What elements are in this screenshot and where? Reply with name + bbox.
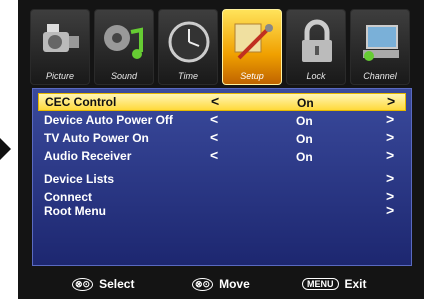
- right-arrow-icon[interactable]: >: [386, 129, 394, 145]
- move-hint: ⊗⊙ Move: [192, 277, 250, 291]
- up-down-keys-icon: ⊗⊙: [72, 278, 94, 291]
- menu-item-cec-control[interactable]: CEC Control < On >: [38, 93, 406, 111]
- menu-tabs: Picture Sound Time Setup Lock Channel: [30, 9, 410, 85]
- right-arrow-icon[interactable]: >: [386, 202, 394, 218]
- select-hint: ⊗⊙ Select: [72, 277, 134, 291]
- left-arrow-icon[interactable]: <: [211, 93, 219, 109]
- option-value: On: [297, 96, 314, 110]
- option-label: Device Lists: [44, 172, 115, 186]
- menu-item-audio-receiver[interactable]: Audio Receiver < On >: [38, 147, 406, 166]
- tab-setup[interactable]: Setup: [222, 9, 282, 85]
- option-value: On: [296, 114, 313, 128]
- right-arrow-icon[interactable]: >: [386, 170, 394, 186]
- option-label: CEC Control: [45, 95, 117, 109]
- tab-label: Channel: [363, 71, 397, 81]
- left-arrow-icon[interactable]: <: [210, 147, 218, 163]
- tab-lock[interactable]: Lock: [286, 9, 346, 85]
- osd-menu: Picture Sound Time Setup Lock Channel CE…: [18, 0, 424, 299]
- option-label: Root Menu: [44, 204, 106, 218]
- menu-item-tv-auto-power-on[interactable]: TV Auto Power On < On >: [38, 129, 406, 148]
- menu-item-root-menu[interactable]: Root Menu >: [38, 202, 406, 221]
- tab-picture[interactable]: Picture: [30, 9, 90, 85]
- padlock-icon: [302, 19, 332, 62]
- tab-label: Time: [178, 71, 198, 81]
- exit-hint: MENU Exit: [302, 277, 367, 291]
- option-value: On: [296, 150, 313, 164]
- option-label: Device Auto Power Off: [44, 113, 173, 127]
- right-arrow-icon[interactable]: >: [387, 93, 395, 109]
- setup-options-panel: CEC Control < On > Device Auto Power Off…: [32, 88, 412, 266]
- left-right-keys-icon: ⊗⊙: [192, 278, 214, 291]
- left-pointer-arrow: [0, 138, 11, 160]
- tools-icon: [234, 23, 273, 60]
- camera-icon: [43, 24, 79, 52]
- tab-time[interactable]: Time: [158, 9, 218, 85]
- option-value: On: [296, 132, 313, 146]
- tab-channel[interactable]: Channel: [350, 9, 410, 85]
- tab-label: Picture: [45, 71, 74, 81]
- tab-label: Lock: [306, 71, 326, 81]
- exit-label: Exit: [344, 277, 367, 291]
- tab-sound[interactable]: Sound: [94, 9, 154, 85]
- select-label: Select: [99, 277, 135, 291]
- right-arrow-icon[interactable]: >: [386, 147, 394, 163]
- right-arrow-icon[interactable]: >: [386, 111, 394, 127]
- left-arrow-icon[interactable]: <: [210, 111, 218, 127]
- clock-icon: [168, 21, 210, 63]
- computer-icon: [363, 25, 399, 61]
- menu-item-device-lists[interactable]: Device Lists >: [38, 170, 406, 189]
- option-label: Audio Receiver: [44, 149, 132, 163]
- menu-item-device-auto-power-off[interactable]: Device Auto Power Off < On >: [38, 111, 406, 130]
- tab-label: Setup: [240, 71, 264, 81]
- music-note-icon: [104, 25, 143, 59]
- option-label: TV Auto Power On: [44, 131, 149, 145]
- menu-key-icon: MENU: [302, 278, 339, 290]
- move-label: Move: [219, 277, 250, 291]
- option-label: Connect: [44, 190, 92, 204]
- footer-hints: ⊗⊙ Select ⊗⊙ Move MENU Exit: [32, 272, 412, 296]
- left-arrow-icon[interactable]: <: [210, 129, 218, 145]
- tab-label: Sound: [110, 71, 138, 81]
